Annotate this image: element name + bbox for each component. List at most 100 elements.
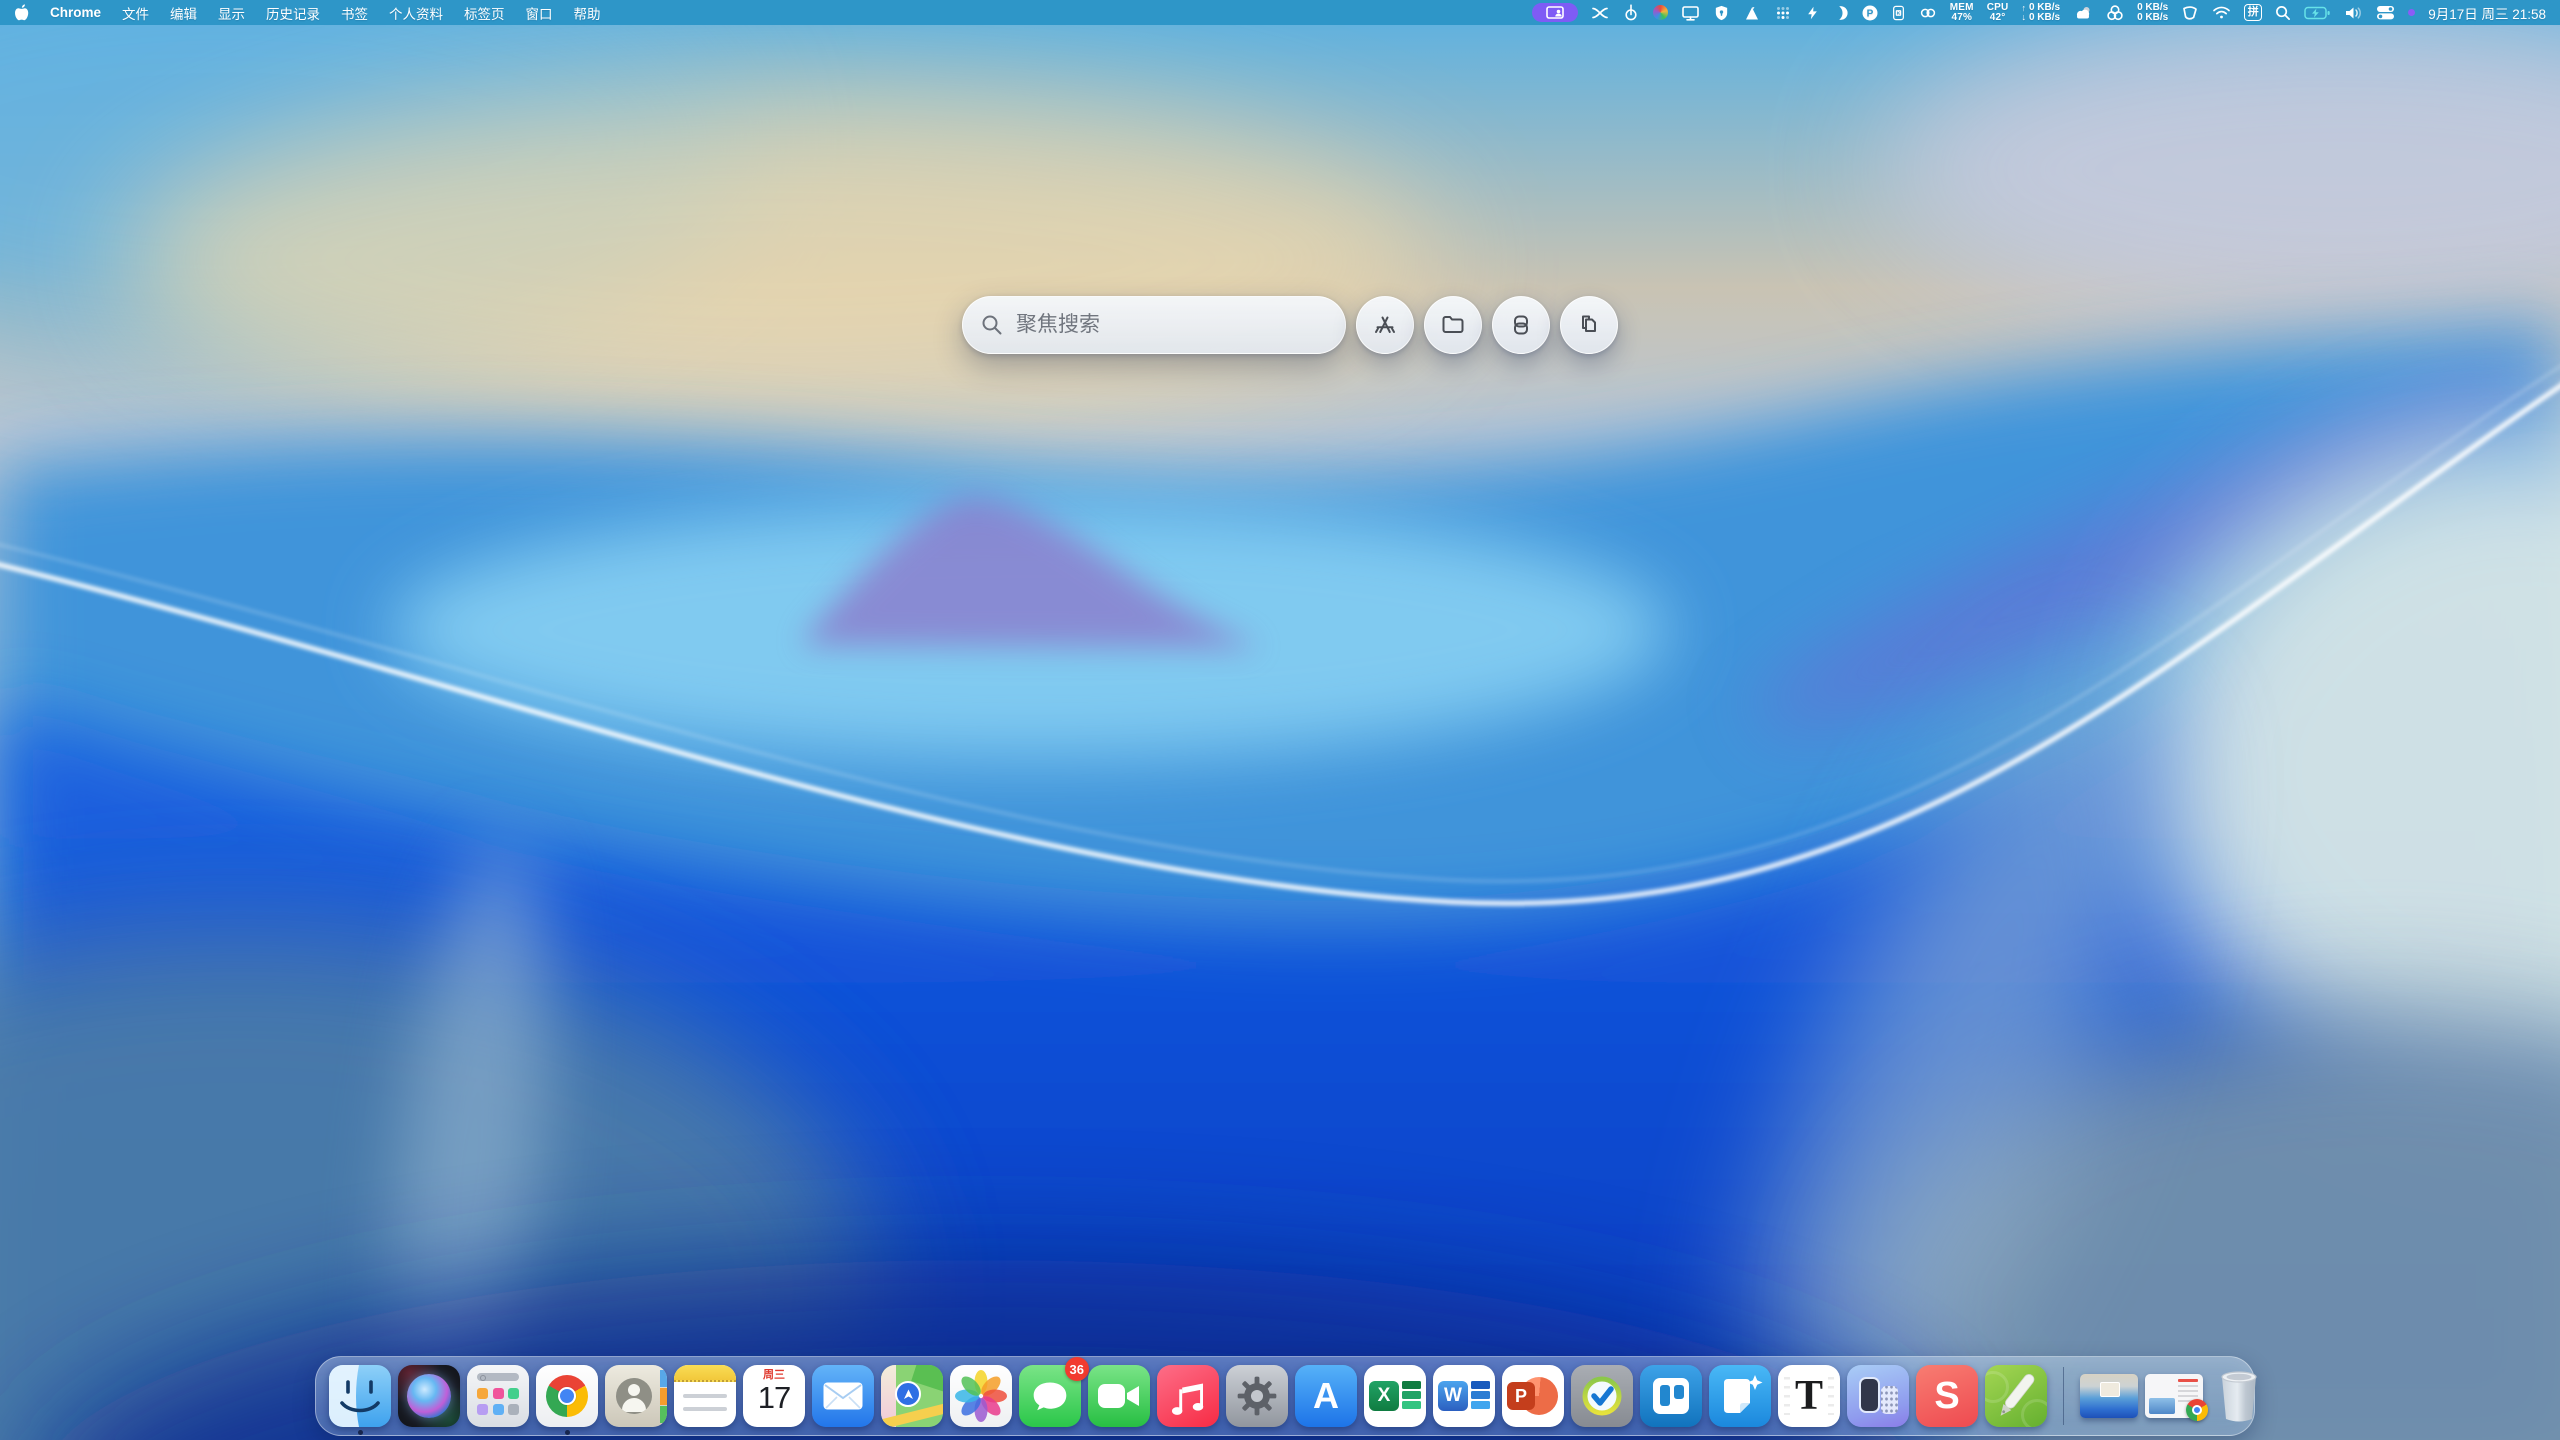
menu-help[interactable]: 帮助 [574,3,601,23]
layers-icon [1508,312,1534,338]
powerpoint-art: P [1502,1365,1564,1427]
mountain-icon[interactable] [1743,4,1761,22]
wifi-icon[interactable] [2212,5,2231,20]
dock: 周三 17 [315,1356,2255,1436]
dock-tasks-app-icon[interactable] [1571,1365,1633,1427]
shield-adblock-icon[interactable] [1713,4,1730,22]
spotlight-search-bar[interactable] [962,296,1346,354]
clipboard-pages-icon [1576,312,1602,338]
dock-trash-icon[interactable] [2214,1365,2264,1427]
lightning-bolt-icon[interactable] [1805,4,1820,22]
iphone-mirroring-art [1847,1365,1909,1427]
photos-art [950,1365,1012,1427]
key-app-icon[interactable]: K [1891,4,1906,22]
browser-profile-icon[interactable] [1653,5,1668,20]
dock-iphone-mirroring-icon[interactable] [1847,1365,1909,1427]
menu-bookmarks[interactable]: 书签 [341,3,368,23]
menu-edit[interactable]: 编辑 [170,3,197,23]
input-method-badge[interactable]: 拼 [2244,4,2262,21]
dock-minimized-window-chrome[interactable] [2145,1374,2203,1418]
display-icon[interactable] [1681,4,1700,22]
spotlight-files-button[interactable] [1424,296,1482,354]
network-speed-monitor-2[interactable]: 0 KB/s0 KB/s [2137,3,2168,23]
p-app-icon[interactable]: P [1862,5,1878,21]
dock-excel-icon[interactable]: X [1364,1365,1426,1427]
menu-tabs[interactable]: 标签页 [464,3,505,23]
active-app-menu[interactable]: Chrome [50,5,101,20]
dock-settings-icon[interactable] [1226,1365,1288,1427]
battery-charging-icon[interactable] [2304,6,2331,20]
facetime-art [1088,1365,1150,1427]
tasks-art [1571,1365,1633,1427]
spotlight-search-input[interactable] [1014,312,1327,338]
dock-contacts-icon[interactable] [605,1365,667,1427]
dock-maps-icon[interactable] [881,1365,943,1427]
chrome-window-badge-icon [2186,1399,2208,1421]
spotlight-clipboard-button[interactable] [1560,296,1618,354]
dock-notes-icon[interactable] [674,1365,736,1427]
settings-gear [1226,1365,1288,1427]
finder-face [329,1365,391,1427]
focus-mode-dot[interactable] [2408,9,2415,16]
dock-calendar-icon[interactable]: 周三 17 [743,1365,805,1427]
applications-icon [1372,312,1398,338]
dock-mail-icon[interactable] [812,1365,874,1427]
menu-bar-clock[interactable]: 9月17日 周三 21:58 [2428,3,2546,23]
trefoil-vpn-icon[interactable] [2106,4,2124,22]
dock-separator [2063,1367,2064,1425]
menu-profiles[interactable]: 个人资料 [389,3,443,23]
dock-coteditor-icon[interactable] [1985,1365,2047,1427]
dock-finder-icon[interactable] [329,1365,391,1427]
apple-menu-icon[interactable] [14,4,29,21]
running-indicator [565,1430,570,1435]
spotlight-apps-button[interactable] [1356,296,1414,354]
linked-rings-icon[interactable] [1919,4,1937,22]
dock-app-store-icon[interactable]: A [1295,1365,1357,1427]
dock-photos-icon[interactable] [950,1365,1012,1427]
bluedoc-art [1709,1365,1771,1427]
dock-music-icon[interactable] [1157,1365,1219,1427]
dock-trello-icon[interactable] [1640,1365,1702,1427]
word-art: W [1433,1365,1495,1427]
menu-file[interactable]: 文件 [122,3,149,23]
folder-icon [1440,312,1466,338]
wallpaper [0,0,2560,1440]
smooth-scroll-icon[interactable] [1591,4,1609,22]
control-center-icon[interactable] [2376,5,2395,20]
coteditor-art [1985,1365,2047,1427]
dock-minimized-window-desktop[interactable] [2080,1374,2138,1418]
weather-icon[interactable] [2073,5,2093,21]
dock-chrome-icon[interactable] [536,1365,598,1427]
trello-art [1640,1365,1702,1427]
chrome-art [536,1365,598,1427]
spotlight-search-icon[interactable] [2275,5,2291,21]
dock-siri-icon[interactable] [398,1365,460,1427]
memory-monitor[interactable]: MEM47% [1950,3,1974,23]
app-store-art: A [1295,1365,1357,1427]
dock-document-app-icon[interactable] [1709,1365,1771,1427]
dock-word-icon[interactable]: W [1433,1365,1495,1427]
search-icon [981,314,1003,336]
sail-proxy-icon[interactable] [2181,4,2199,22]
network-speed-monitor[interactable]: ↑↓ 0 KB/s0 KB/s [2021,3,2060,23]
tuner-icon[interactable] [1622,4,1640,22]
mail-art [812,1365,874,1427]
menu-history[interactable]: 历史记录 [266,3,320,23]
dock-typora-icon[interactable]: T [1778,1365,1840,1427]
spotlight-group [962,296,1618,354]
music-art [1157,1365,1219,1427]
screen-sharing-active-icon[interactable] [1532,3,1578,22]
menu-view[interactable]: 显示 [218,3,245,23]
dock-launchpad-icon[interactable] [467,1365,529,1427]
crescent-icon[interactable] [1833,4,1849,22]
dock-s-note-app-icon[interactable]: S [1916,1365,1978,1427]
volume-icon[interactable] [2344,5,2363,21]
dock-powerpoint-icon[interactable]: P [1502,1365,1564,1427]
cpu-monitor[interactable]: CPU42° [1987,3,2009,23]
launchpad-art [467,1365,529,1427]
dock-messages-icon[interactable]: 36 [1019,1365,1081,1427]
tailscale-dots-icon[interactable] [1774,4,1792,22]
menu-window[interactable]: 窗口 [526,3,553,23]
dock-facetime-icon[interactable] [1088,1365,1150,1427]
spotlight-actions-button[interactable] [1492,296,1550,354]
